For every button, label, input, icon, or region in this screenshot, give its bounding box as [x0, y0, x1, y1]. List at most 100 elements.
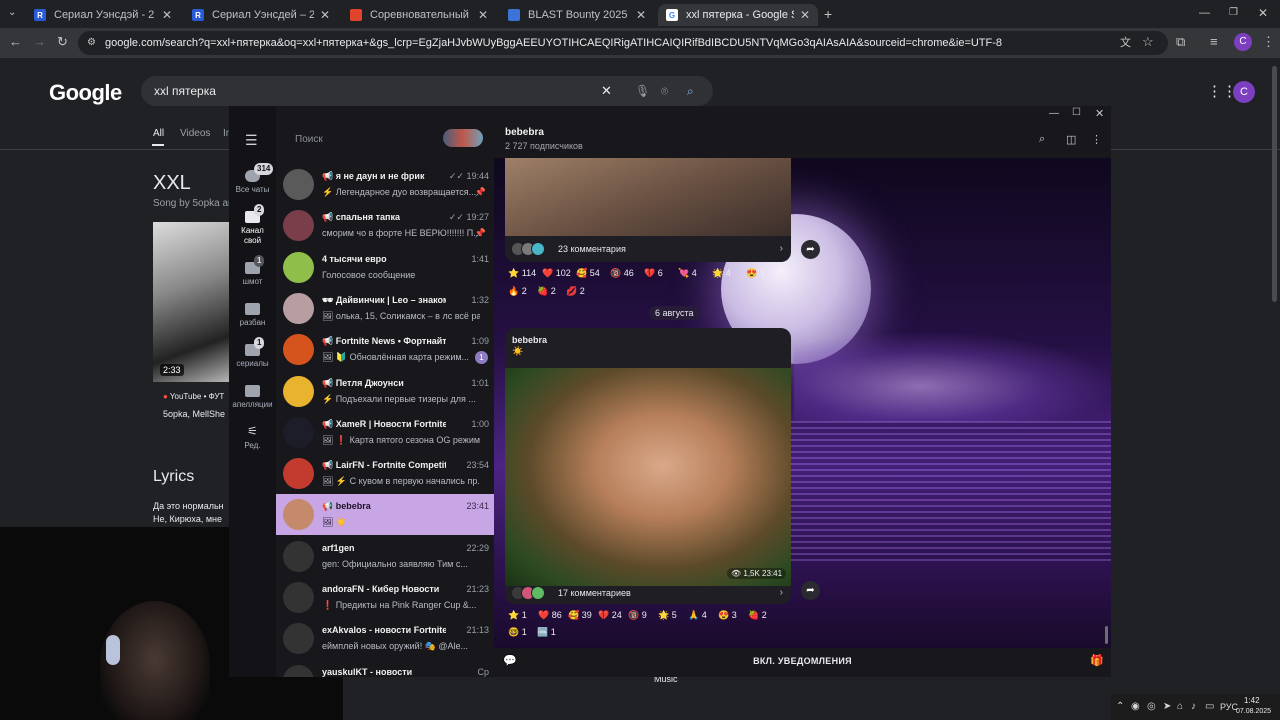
tab-all[interactable]: All: [153, 128, 164, 139]
reading-list-icon[interactable]: ≡: [1210, 34, 1218, 49]
browser-tab-4[interactable]: BLAST Bounty 2025 Season 2 o ✕: [500, 4, 654, 26]
chat-row[interactable]: 📢 XameR | Новости Fortnite 1:00 🖼 ❗ Карта …: [276, 412, 494, 453]
browser-tab-3[interactable]: Соревновательный матч FACE ✕: [342, 4, 496, 26]
gift-icon[interactable]: 🎁: [1090, 654, 1104, 667]
folder-appeals[interactable]: апелляции: [229, 385, 276, 410]
more-options-icon[interactable]: ⋮: [1091, 133, 1102, 146]
reaction-chip[interactable]: 💘 4: [678, 268, 697, 279]
browser-tab-2[interactable]: R Сериал Уэнсдей – 2 сезон 3 с ✕: [184, 4, 338, 26]
close-tab-icon[interactable]: ✕: [320, 8, 330, 22]
google-search-box[interactable]: xxl пятерка ✕ 🎙 ⌾ ⌕: [141, 76, 713, 106]
restore-window-icon[interactable]: ❐: [1229, 7, 1238, 18]
back-icon[interactable]: ←: [9, 34, 22, 49]
folder-channel[interactable]: 2 Канал свой: [229, 204, 276, 246]
clear-search-icon[interactable]: ✕: [601, 76, 612, 106]
comments-bar[interactable]: 23 комментария ›: [505, 236, 791, 262]
search-input[interactable]: Поиск: [295, 134, 323, 145]
menu-kebab-icon[interactable]: ⋮: [1262, 34, 1275, 50]
stories-avatars[interactable]: [443, 129, 483, 147]
reaction-chip[interactable]: ⭐ 1: [508, 610, 527, 621]
forward-icon[interactable]: →: [33, 34, 46, 49]
window-minimize-icon[interactable]: —: [1049, 108, 1059, 119]
post-photo[interactable]: [505, 368, 791, 586]
close-window-icon[interactable]: ✕: [1258, 6, 1268, 20]
reaction-chip[interactable]: 🌟 5: [658, 610, 677, 621]
tab-search-icon[interactable]: ⌄: [8, 7, 16, 18]
reaction-chip[interactable]: 🥰 39: [568, 610, 592, 621]
share-button[interactable]: ➦: [801, 581, 820, 600]
bookmark-star-icon[interactable]: ☆: [1142, 34, 1154, 50]
window-close-icon[interactable]: ✕: [1095, 107, 1104, 120]
reaction-chip[interactable]: 😍 3: [718, 610, 737, 621]
reaction-chip[interactable]: 🔞 46: [610, 268, 634, 279]
telegram-icon[interactable]: ➤: [1163, 701, 1171, 712]
close-tab-icon[interactable]: ✕: [478, 8, 488, 22]
battery-icon[interactable]: ▭: [1205, 701, 1214, 712]
folder-all-chats[interactable]: 314 Все чаты: [229, 163, 276, 195]
chat-row[interactable]: 📢 LairFN - Fortnite Competitive 23:54 🖼 ⚡ …: [276, 453, 494, 494]
chat-row[interactable]: exAkvalos - новости Fortnite 21:13 еймплей…: [276, 618, 494, 659]
channel-header[interactable]: bebebra 2 727 подписчиков — ☐ ✕ ⌕ ◫ ⋮: [494, 106, 1111, 158]
address-bar[interactable]: ⚙ google.com/search?q=xxl+пятерка&oq=xxl…: [78, 31, 1168, 55]
share-button[interactable]: ➦: [801, 240, 820, 259]
chat-row[interactable]: 📢 спальня тапка ✓✓ 19:27 сморим чо в форте…: [276, 205, 494, 246]
chat-row[interactable]: 📢 Fortnite News • Фортнайт Но... 1:09🖼 🔰 …: [276, 329, 494, 370]
post-photo[interactable]: [505, 158, 791, 236]
reaction-chip[interactable]: 🔞 9: [628, 610, 647, 621]
chat-row[interactable]: andoraFN - Кибер Новости 21:23 ❗ Предикты …: [276, 577, 494, 618]
lens-search-icon[interactable]: ⌾: [661, 76, 668, 106]
chat-row[interactable]: 4 тысячи евро 1:41 Голосовое сообщение: [276, 247, 494, 288]
browser-tab-1[interactable]: R Сериал Уэнсдэй - 2 серия, 2 с ✕: [26, 4, 180, 26]
close-tab-icon[interactable]: ✕: [162, 8, 172, 22]
chat-row[interactable]: 📢 Петля Джоунси 1:01 ⚡ Подъехали первые ти…: [276, 371, 494, 412]
edit-folders[interactable]: ⚟ Ред.: [229, 424, 276, 451]
reaction-chip[interactable]: 🙏 4: [688, 610, 707, 621]
volume-icon[interactable]: ♪: [1191, 701, 1196, 712]
close-tab-icon[interactable]: ✕: [800, 8, 810, 22]
minimize-window-icon[interactable]: —: [1199, 7, 1210, 19]
site-info-icon[interactable]: ⚙: [87, 31, 96, 55]
extensions-icon[interactable]: ⧉: [1176, 34, 1185, 50]
window-maximize-icon[interactable]: ☐: [1072, 107, 1081, 118]
clock-date[interactable]: 07.08.2025: [1236, 708, 1271, 715]
reaction-chip[interactable]: ❤️ 102: [542, 268, 571, 279]
reaction-chip[interactable]: 💔 6: [644, 268, 663, 279]
reaction-chip[interactable]: 🍓 2: [537, 286, 556, 297]
chat-row[interactable]: 🕶 Дайвинчик | Leo – знакомст... 1:32 🖼 оль…: [276, 288, 494, 329]
search-icon[interactable]: ⌕: [1039, 133, 1045, 146]
tray-expand-icon[interactable]: ⌃: [1116, 701, 1124, 712]
search-icon[interactable]: ⌕: [687, 76, 694, 106]
sidebar-toggle-icon[interactable]: ◫: [1066, 133, 1076, 146]
video-thumbnail[interactable]: [153, 222, 233, 382]
reaction-chip[interactable]: 🌟 4: [712, 268, 731, 279]
folder-serials[interactable]: 1 сериалы: [229, 337, 276, 369]
reaction-chip[interactable]: 🤓 1: [508, 627, 527, 638]
tab-videos[interactable]: Videos: [180, 128, 210, 139]
new-tab-button[interactable]: +: [824, 6, 832, 22]
browser-tab-5-active[interactable]: G xxl пятерка - Google Search ✕: [658, 4, 818, 26]
google-logo[interactable]: Google: [49, 80, 122, 106]
reload-icon[interactable]: ↻: [57, 34, 68, 50]
enable-notifications-button[interactable]: ВКЛ. УВЕДОМЛЕНИЯ: [494, 656, 1111, 666]
post-1[interactable]: 23 комментария ›: [505, 158, 791, 262]
hamburger-menu-icon[interactable]: ☰: [245, 132, 258, 149]
app-tray-icon[interactable]: ◉: [1131, 701, 1140, 712]
reaction-chip[interactable]: 💋 2: [566, 286, 585, 297]
reaction-chip[interactable]: 💔 24: [598, 610, 622, 621]
chat-row[interactable]: yauskulKT - новости Ср: [276, 660, 494, 677]
google-account-avatar[interactable]: C: [1233, 81, 1255, 103]
folder-razban[interactable]: разбан: [229, 303, 276, 328]
steam-icon[interactable]: ◎: [1147, 701, 1156, 712]
page-scrollbar[interactable]: [1272, 66, 1277, 302]
reaction-chip[interactable]: 🔥 2: [508, 286, 527, 297]
post-2[interactable]: bebebra ☀️ 👁 1,5K 23:41 17 комментариев …: [505, 328, 791, 604]
chat-row[interactable]: 📢 bebebra 23:41 🖼 ☀️: [276, 494, 494, 536]
profile-avatar[interactable]: C: [1234, 33, 1252, 51]
close-tab-icon[interactable]: ✕: [636, 8, 646, 22]
clock-time[interactable]: 1:42: [1244, 696, 1260, 705]
network-icon[interactable]: ⌂: [1177, 701, 1183, 712]
reaction-chip[interactable]: 🍓 2: [748, 610, 767, 621]
reaction-chip[interactable]: 🆒 1: [537, 627, 556, 638]
reaction-chip[interactable]: 🥰 54: [576, 268, 600, 279]
comments-bar[interactable]: 17 комментариев ›: [505, 586, 791, 604]
